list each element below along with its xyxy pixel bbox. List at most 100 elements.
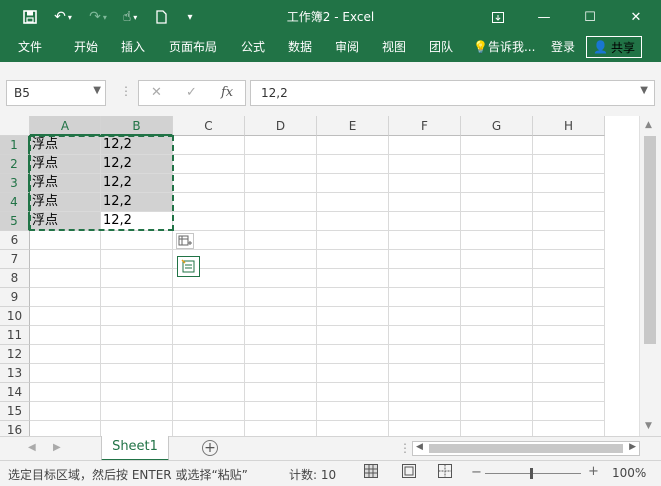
- share-button[interactable]: 👤 共享: [586, 36, 642, 58]
- customize-icon[interactable]: ▾: [182, 0, 198, 34]
- save-icon[interactable]: [18, 0, 42, 34]
- cell-h6[interactable]: [533, 231, 605, 250]
- row-header-14[interactable]: 14: [0, 383, 30, 402]
- undo-icon[interactable]: ↶ ▾: [48, 0, 78, 34]
- cell-g12[interactable]: [461, 345, 533, 364]
- redo-icon[interactable]: ↷ ▾: [83, 0, 113, 34]
- cell-d3[interactable]: [245, 174, 317, 193]
- cell-b9[interactable]: [101, 288, 173, 307]
- cancel-icon[interactable]: ✕: [151, 85, 162, 100]
- cell-g9[interactable]: [461, 288, 533, 307]
- cell-h11[interactable]: [533, 326, 605, 345]
- cell-g5[interactable]: [461, 212, 533, 231]
- cell-f16[interactable]: [389, 421, 461, 436]
- column-header-d[interactable]: D: [245, 116, 317, 136]
- cell-a11[interactable]: [30, 326, 101, 345]
- row-header-8[interactable]: 8: [0, 269, 30, 288]
- cell-f6[interactable]: [389, 231, 461, 250]
- cell-d9[interactable]: [245, 288, 317, 307]
- tab-insert[interactable]: 插入: [121, 34, 145, 62]
- row-header-4[interactable]: 4: [0, 193, 30, 212]
- tab-review[interactable]: 审阅: [335, 34, 359, 62]
- cell-h3[interactable]: [533, 174, 605, 193]
- horizontal-scrollbar[interactable]: ◀ ▶: [412, 441, 640, 456]
- cell-c9[interactable]: [173, 288, 245, 307]
- sheet-tab-sheet1[interactable]: Sheet1: [101, 436, 169, 461]
- tab-data[interactable]: 数据: [288, 34, 312, 62]
- next-sheet-icon[interactable]: ▶: [53, 442, 61, 453]
- row-header-7[interactable]: 7: [0, 250, 30, 269]
- cell-e11[interactable]: [317, 326, 389, 345]
- cell-e5[interactable]: [317, 212, 389, 231]
- add-sheet-icon[interactable]: +: [202, 440, 218, 456]
- cell-d4[interactable]: [245, 193, 317, 212]
- cell-g11[interactable]: [461, 326, 533, 345]
- row-header-12[interactable]: 12: [0, 345, 30, 364]
- tab-file[interactable]: 文件: [18, 34, 42, 62]
- cell-d8[interactable]: [245, 269, 317, 288]
- row-header-11[interactable]: 11: [0, 326, 30, 345]
- cell-a7[interactable]: [30, 250, 101, 269]
- cell-d7[interactable]: [245, 250, 317, 269]
- cell-b7[interactable]: [101, 250, 173, 269]
- cell-e16[interactable]: [317, 421, 389, 436]
- cell-f3[interactable]: [389, 174, 461, 193]
- cell-c10[interactable]: [173, 307, 245, 326]
- name-box[interactable]: B5 ▼: [6, 80, 106, 106]
- cell-c11[interactable]: [173, 326, 245, 345]
- cell-h14[interactable]: [533, 383, 605, 402]
- cell-d10[interactable]: [245, 307, 317, 326]
- row-header-2[interactable]: 2: [0, 155, 30, 174]
- cell-h15[interactable]: [533, 402, 605, 421]
- cell-g8[interactable]: [461, 269, 533, 288]
- zoom-in-icon[interactable]: +: [588, 464, 599, 479]
- row-header-16[interactable]: 16: [0, 421, 30, 436]
- cell-d13[interactable]: [245, 364, 317, 383]
- cell-g4[interactable]: [461, 193, 533, 212]
- cell-e12[interactable]: [317, 345, 389, 364]
- minimize-icon[interactable]: —: [521, 0, 567, 34]
- cell-g3[interactable]: [461, 174, 533, 193]
- cell-h4[interactable]: [533, 193, 605, 212]
- cell-f8[interactable]: [389, 269, 461, 288]
- cell-f11[interactable]: [389, 326, 461, 345]
- row-header-1[interactable]: 1: [0, 136, 30, 155]
- cell-d16[interactable]: [245, 421, 317, 436]
- cell-a2[interactable]: 浮点: [30, 155, 101, 174]
- cell-c14[interactable]: [173, 383, 245, 402]
- column-header-f[interactable]: F: [389, 116, 461, 136]
- cell-c3[interactable]: [173, 174, 245, 193]
- vertical-scrollbar[interactable]: ▲ ▼: [639, 116, 661, 436]
- cell-f12[interactable]: [389, 345, 461, 364]
- cell-h7[interactable]: [533, 250, 605, 269]
- cell-a16[interactable]: [30, 421, 101, 436]
- scroll-left-icon[interactable]: ◀: [416, 442, 423, 452]
- cell-e3[interactable]: [317, 174, 389, 193]
- cell-d6[interactable]: [245, 231, 317, 250]
- close-icon[interactable]: ✕: [613, 0, 659, 34]
- tab-home[interactable]: 开始: [74, 34, 98, 62]
- cell-b8[interactable]: [101, 269, 173, 288]
- column-header-c[interactable]: C: [173, 116, 245, 136]
- cell-d14[interactable]: [245, 383, 317, 402]
- zoom-level[interactable]: 100%: [612, 466, 646, 480]
- cell-a1[interactable]: 浮点: [30, 136, 101, 155]
- cell-e9[interactable]: [317, 288, 389, 307]
- tab-view[interactable]: 视图: [382, 34, 406, 62]
- cell-d5[interactable]: [245, 212, 317, 231]
- cell-h9[interactable]: [533, 288, 605, 307]
- cell-e10[interactable]: [317, 307, 389, 326]
- scroll-right-icon[interactable]: ▶: [629, 442, 636, 452]
- new-document-icon[interactable]: [152, 0, 170, 34]
- cell-e1[interactable]: [317, 136, 389, 155]
- cell-e4[interactable]: [317, 193, 389, 212]
- cell-b11[interactable]: [101, 326, 173, 345]
- cell-b15[interactable]: [101, 402, 173, 421]
- horizontal-scroll-thumb[interactable]: [429, 444, 623, 453]
- cell-f15[interactable]: [389, 402, 461, 421]
- cell-h16[interactable]: [533, 421, 605, 436]
- cell-d11[interactable]: [245, 326, 317, 345]
- cell-f4[interactable]: [389, 193, 461, 212]
- cell-f10[interactable]: [389, 307, 461, 326]
- column-header-h[interactable]: H: [533, 116, 605, 136]
